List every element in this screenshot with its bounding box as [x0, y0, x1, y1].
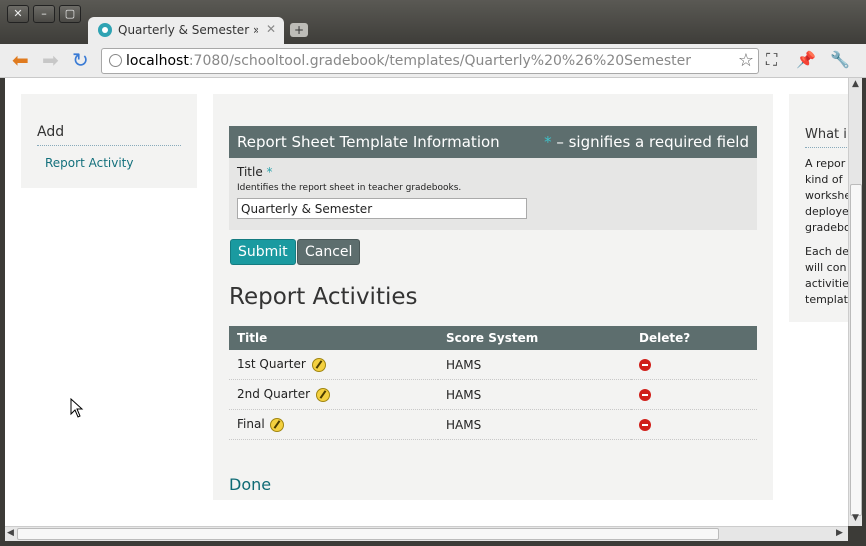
window-maximize-button[interactable]: ▢	[59, 5, 81, 23]
help-divider	[805, 147, 848, 148]
window-titlebar: ✕ – ▢ Quarterly & Semester » Ec ✕ +	[0, 0, 866, 44]
main-content: Report Sheet Template Information * – si…	[213, 94, 773, 500]
wrench-icon[interactable]: 🔧	[830, 50, 850, 69]
report-activities-heading: Report Activities	[229, 284, 418, 310]
cancel-button[interactable]: Cancel	[297, 239, 361, 265]
horizontal-scrollbar[interactable]: ◀ ▶	[5, 526, 848, 541]
window-close-button[interactable]: ✕	[7, 5, 29, 23]
sidebar-add-panel: Add Report Activity	[21, 94, 197, 188]
activity-title[interactable]: Final	[237, 417, 265, 431]
tab-favicon-icon	[98, 23, 112, 37]
submit-button[interactable]: Submit	[230, 239, 296, 265]
delete-cell	[631, 409, 757, 440]
vertical-scrollbar-thumb[interactable]	[850, 184, 862, 516]
browser-toolbar: ⬅ ➡ ↻ localhost:7080/schooltool.gradeboo…	[0, 44, 866, 78]
column-header-title: Title	[229, 326, 438, 350]
title-field-hint: Identifies the report sheet in teacher g…	[237, 183, 462, 193]
back-arrow-icon[interactable]: ⬅	[12, 50, 29, 70]
page-viewport: Add Report Activity Report Sheet Templat…	[5, 78, 848, 526]
scroll-down-arrow-icon[interactable]: ▼	[852, 513, 859, 523]
horizontal-scrollbar-thumb[interactable]	[17, 528, 719, 540]
pin-icon[interactable]: 📌	[796, 50, 816, 69]
mouse-cursor-icon	[70, 398, 84, 418]
report-activity-link[interactable]: Report Activity	[45, 156, 133, 170]
delete-icon[interactable]	[639, 359, 651, 371]
tab-close-icon[interactable]: ✕	[266, 22, 276, 36]
title-input[interactable]	[237, 198, 527, 219]
bookmark-star-icon[interactable]: ☆	[738, 50, 754, 71]
edit-pencil-icon[interactable]	[315, 387, 330, 402]
sidebar-heading: Add	[37, 124, 65, 140]
table-row: 2nd Quarter HAMS	[229, 379, 757, 410]
help-paragraph-1: A repor kind of workshe deploye gradebo	[805, 157, 848, 234]
table-row: Final HAMS	[229, 409, 757, 440]
scroll-left-arrow-icon[interactable]: ◀	[7, 528, 14, 538]
report-activities-table: Title Score System Delete? 1st Quarter H…	[229, 326, 757, 440]
score-system-cell: HAMS	[438, 409, 631, 440]
reload-icon[interactable]: ↻	[72, 50, 89, 70]
address-url: localhost:7080/schooltool.gradebook/temp…	[126, 53, 692, 69]
delete-cell	[631, 379, 757, 410]
tab-title: Quarterly & Semester » Ec	[118, 23, 258, 37]
edit-pencil-icon[interactable]	[270, 417, 285, 432]
activity-title-cell: 2nd Quarter	[229, 379, 438, 410]
new-tab-button[interactable]: +	[290, 23, 308, 37]
activity-title[interactable]: 2nd Quarter	[237, 387, 310, 401]
vertical-scrollbar[interactable]: ▲ ▼	[848, 78, 862, 526]
column-header-delete: Delete?	[631, 326, 757, 350]
title-field-label: Title *	[237, 165, 273, 179]
activity-title-cell: 1st Quarter	[229, 350, 438, 380]
help-panel: What i A repor kind of workshe deploye g…	[789, 94, 848, 322]
address-bar[interactable]: localhost:7080/schooltool.gradebook/temp…	[101, 48, 759, 74]
activity-title-cell: Final	[229, 409, 438, 440]
browser-tab[interactable]: Quarterly & Semester » Ec ✕	[88, 17, 284, 44]
scroll-up-arrow-icon[interactable]: ▲	[852, 79, 859, 89]
help-heading: What i	[805, 127, 847, 142]
column-header-score-system: Score System	[438, 326, 631, 350]
done-link[interactable]: Done	[229, 475, 271, 494]
delete-icon[interactable]	[639, 389, 651, 401]
activity-title[interactable]: 1st Quarter	[237, 357, 306, 371]
sidebar-divider	[37, 145, 181, 146]
score-system-cell: HAMS	[438, 379, 631, 410]
edit-pencil-icon[interactable]	[311, 357, 326, 372]
globe-icon	[109, 54, 122, 67]
help-paragraph-2: Each de will con activitie templat	[805, 245, 848, 306]
score-system-cell: HAMS	[438, 350, 631, 380]
forward-arrow-icon[interactable]: ➡	[42, 50, 59, 70]
scroll-right-arrow-icon[interactable]: ▶	[836, 528, 843, 538]
table-header-row: Title Score System Delete?	[229, 326, 757, 350]
table-row: 1st Quarter HAMS	[229, 350, 757, 380]
form-title: Report Sheet Template Information	[237, 133, 500, 151]
form-body: Title * Identifies the report sheet in t…	[229, 158, 757, 230]
delete-cell	[631, 350, 757, 380]
required-note: * – signifies a required field	[544, 133, 749, 151]
delete-icon[interactable]	[639, 419, 651, 431]
form-header: Report Sheet Template Information * – si…	[229, 126, 757, 158]
window-minimize-button[interactable]: –	[33, 5, 55, 23]
fullscreen-icon[interactable]: ⛶	[766, 50, 777, 70]
